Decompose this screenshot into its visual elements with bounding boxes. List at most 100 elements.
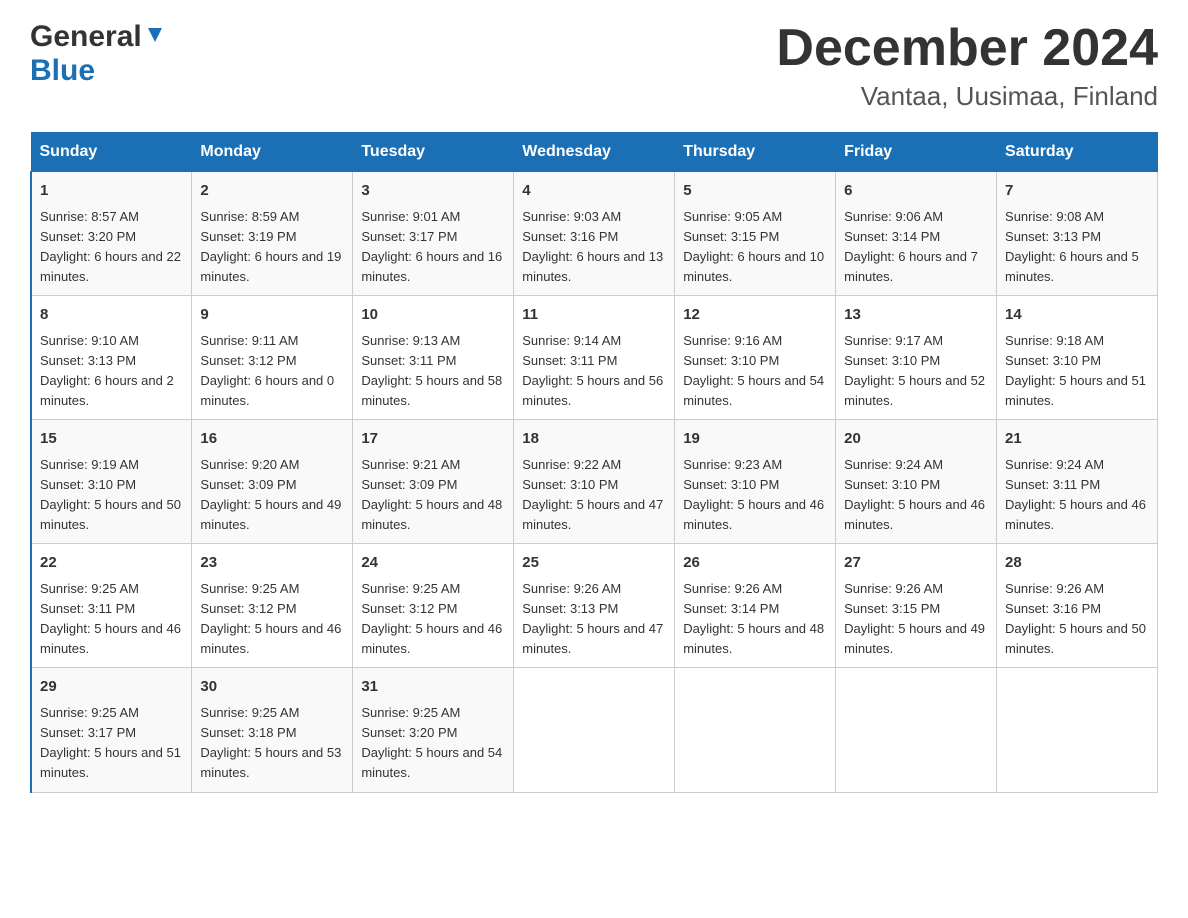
calendar-cell: 17 Sunrise: 9:21 AMSunset: 3:09 PMDayligh… [353,420,514,544]
column-header-wednesday: Wednesday [514,133,675,172]
calendar-cell: 18Sunrise: 9:22 AMSunset: 3:10 PMDayligh… [514,420,675,544]
day-info: Sunrise: 9:11 AMSunset: 3:12 PMDaylight:… [200,331,344,412]
calendar-week-row: 8 Sunrise: 9:10 AMSunset: 3:13 PMDaylight… [31,296,1158,420]
day-info: Sunrise: 9:17 AMSunset: 3:10 PMDaylight:… [844,331,988,412]
calendar-cell: 25Sunrise: 9:26 AMSunset: 3:13 PMDayligh… [514,544,675,668]
day-info: Sunrise: 9:05 AMSunset: 3:15 PMDaylight:… [683,207,827,288]
calendar-cell [675,668,836,792]
calendar-cell: 21 Sunrise: 9:24 AMSunset: 3:11 PMDayligh… [997,420,1158,544]
calendar-cell: 9 Sunrise: 9:11 AMSunset: 3:12 PMDaylight… [192,296,353,420]
calendar-cell: 20 Sunrise: 9:24 AMSunset: 3:10 PMDayligh… [836,420,997,544]
day-number: 4 [522,180,666,203]
day-number: 9 [200,304,344,327]
day-number: 17 [361,428,505,451]
day-number: 20 [844,428,988,451]
logo: General Blue [30,20,166,88]
day-number: 6 [844,180,988,203]
day-number: 14 [1005,304,1149,327]
calendar-week-row: 29Sunrise: 9:25 AMSunset: 3:17 PMDayligh… [31,668,1158,792]
calendar-cell: 13 Sunrise: 9:17 AMSunset: 3:10 PMDayligh… [836,296,997,420]
calendar-cell: 2 Sunrise: 8:59 AMSunset: 3:19 PMDaylight… [192,172,353,296]
day-number: 8 [40,304,183,327]
column-header-sunday: Sunday [31,133,192,172]
day-number: 15 [40,428,183,451]
calendar-cell [514,668,675,792]
logo-arrow-icon [144,24,166,51]
calendar-cell: 4 Sunrise: 9:03 AMSunset: 3:16 PMDaylight… [514,172,675,296]
calendar-cell: 28Sunrise: 9:26 AMSunset: 3:16 PMDayligh… [997,544,1158,668]
calendar-cell: 27Sunrise: 9:26 AMSunset: 3:15 PMDayligh… [836,544,997,668]
day-number: 2 [200,180,344,203]
location-subtitle: Vantaa, Uusimaa, Finland [776,81,1158,112]
column-header-thursday: Thursday [675,133,836,172]
day-number: 5 [683,180,827,203]
calendar-cell: 23 Sunrise: 9:25 AMSunset: 3:12 PMDayligh… [192,544,353,668]
day-info: Sunrise: 9:20 AMSunset: 3:09 PMDaylight:… [200,455,344,536]
day-info: Sunrise: 9:26 AMSunset: 3:14 PMDaylight:… [683,579,827,660]
calendar-cell: 6 Sunrise: 9:06 AMSunset: 3:14 PMDaylight… [836,172,997,296]
day-info: Sunrise: 9:21 AMSunset: 3:09 PMDaylight:… [361,455,505,536]
day-number: 16 [200,428,344,451]
day-info: Sunrise: 9:25 AMSunset: 3:17 PMDaylight:… [40,703,183,784]
day-info: Sunrise: 9:25 AMSunset: 3:12 PMDaylight:… [200,579,344,660]
day-number: 13 [844,304,988,327]
month-title: December 2024 [776,20,1158,77]
day-info: Sunrise: 9:25 AMSunset: 3:18 PMDaylight:… [200,703,344,784]
day-info: Sunrise: 9:23 AMSunset: 3:10 PMDaylight:… [683,455,827,536]
day-info: Sunrise: 9:19 AMSunset: 3:10 PMDaylight:… [40,455,183,536]
calendar-cell: 19 Sunrise: 9:23 AMSunset: 3:10 PMDayligh… [675,420,836,544]
calendar-cell: 1 Sunrise: 8:57 AMSunset: 3:20 PMDaylight… [31,172,192,296]
day-number: 1 [40,180,183,203]
calendar-cell: 12 Sunrise: 9:16 AMSunset: 3:10 PMDayligh… [675,296,836,420]
day-info: Sunrise: 9:03 AMSunset: 3:16 PMDaylight:… [522,207,666,288]
calendar-cell: 16 Sunrise: 9:20 AMSunset: 3:09 PMDayligh… [192,420,353,544]
day-info: Sunrise: 9:25 AMSunset: 3:12 PMDaylight:… [361,579,505,660]
day-info: Sunrise: 9:16 AMSunset: 3:10 PMDaylight:… [683,331,827,412]
calendar-cell: 11Sunrise: 9:14 AMSunset: 3:11 PMDayligh… [514,296,675,420]
day-info: Sunrise: 9:06 AMSunset: 3:14 PMDaylight:… [844,207,988,288]
calendar-cell: 26Sunrise: 9:26 AMSunset: 3:14 PMDayligh… [675,544,836,668]
day-number: 21 [1005,428,1149,451]
day-number: 7 [1005,180,1149,203]
page-header: General Blue December 2024 Vantaa, Uusim… [30,20,1158,112]
column-header-friday: Friday [836,133,997,172]
calendar-cell: 7Sunrise: 9:08 AMSunset: 3:13 PMDaylight… [997,172,1158,296]
calendar-cell: 29Sunrise: 9:25 AMSunset: 3:17 PMDayligh… [31,668,192,792]
day-number: 25 [522,552,666,575]
logo-general-text: General [30,20,142,54]
day-number: 22 [40,552,183,575]
day-number: 31 [361,676,505,699]
logo-blue-text: Blue [30,54,95,88]
day-info: Sunrise: 8:59 AMSunset: 3:19 PMDaylight:… [200,207,344,288]
calendar-cell: 31 Sunrise: 9:25 AMSunset: 3:20 PMDayligh… [353,668,514,792]
day-info: Sunrise: 9:25 AMSunset: 3:11 PMDaylight:… [40,579,183,660]
column-header-saturday: Saturday [997,133,1158,172]
calendar-cell: 22 Sunrise: 9:25 AMSunset: 3:11 PMDayligh… [31,544,192,668]
day-number: 19 [683,428,827,451]
day-number: 12 [683,304,827,327]
day-info: Sunrise: 9:25 AMSunset: 3:20 PMDaylight:… [361,703,505,784]
day-info: Sunrise: 9:24 AMSunset: 3:10 PMDaylight:… [844,455,988,536]
calendar-week-row: 22 Sunrise: 9:25 AMSunset: 3:11 PMDayligh… [31,544,1158,668]
calendar-cell: 30 Sunrise: 9:25 AMSunset: 3:18 PMDayligh… [192,668,353,792]
day-number: 23 [200,552,344,575]
day-number: 18 [522,428,666,451]
day-info: Sunrise: 8:57 AMSunset: 3:20 PMDaylight:… [40,207,183,288]
day-info: Sunrise: 9:10 AMSunset: 3:13 PMDaylight:… [40,331,183,412]
calendar-cell: 5 Sunrise: 9:05 AMSunset: 3:15 PMDaylight… [675,172,836,296]
day-info: Sunrise: 9:24 AMSunset: 3:11 PMDaylight:… [1005,455,1149,536]
calendar-week-row: 15 Sunrise: 9:19 AMSunset: 3:10 PMDayligh… [31,420,1158,544]
day-info: Sunrise: 9:26 AMSunset: 3:16 PMDaylight:… [1005,579,1149,660]
calendar-cell: 14Sunrise: 9:18 AMSunset: 3:10 PMDayligh… [997,296,1158,420]
calendar-cell [997,668,1158,792]
title-section: December 2024 Vantaa, Uusimaa, Finland [776,20,1158,112]
day-info: Sunrise: 9:13 AMSunset: 3:11 PMDaylight:… [361,331,505,412]
day-number: 30 [200,676,344,699]
calendar-cell: 24 Sunrise: 9:25 AMSunset: 3:12 PMDayligh… [353,544,514,668]
calendar-cell [836,668,997,792]
calendar-cell: 8 Sunrise: 9:10 AMSunset: 3:13 PMDaylight… [31,296,192,420]
day-info: Sunrise: 9:14 AMSunset: 3:11 PMDaylight:… [522,331,666,412]
day-number: 24 [361,552,505,575]
column-header-tuesday: Tuesday [353,133,514,172]
calendar-cell: 15 Sunrise: 9:19 AMSunset: 3:10 PMDayligh… [31,420,192,544]
